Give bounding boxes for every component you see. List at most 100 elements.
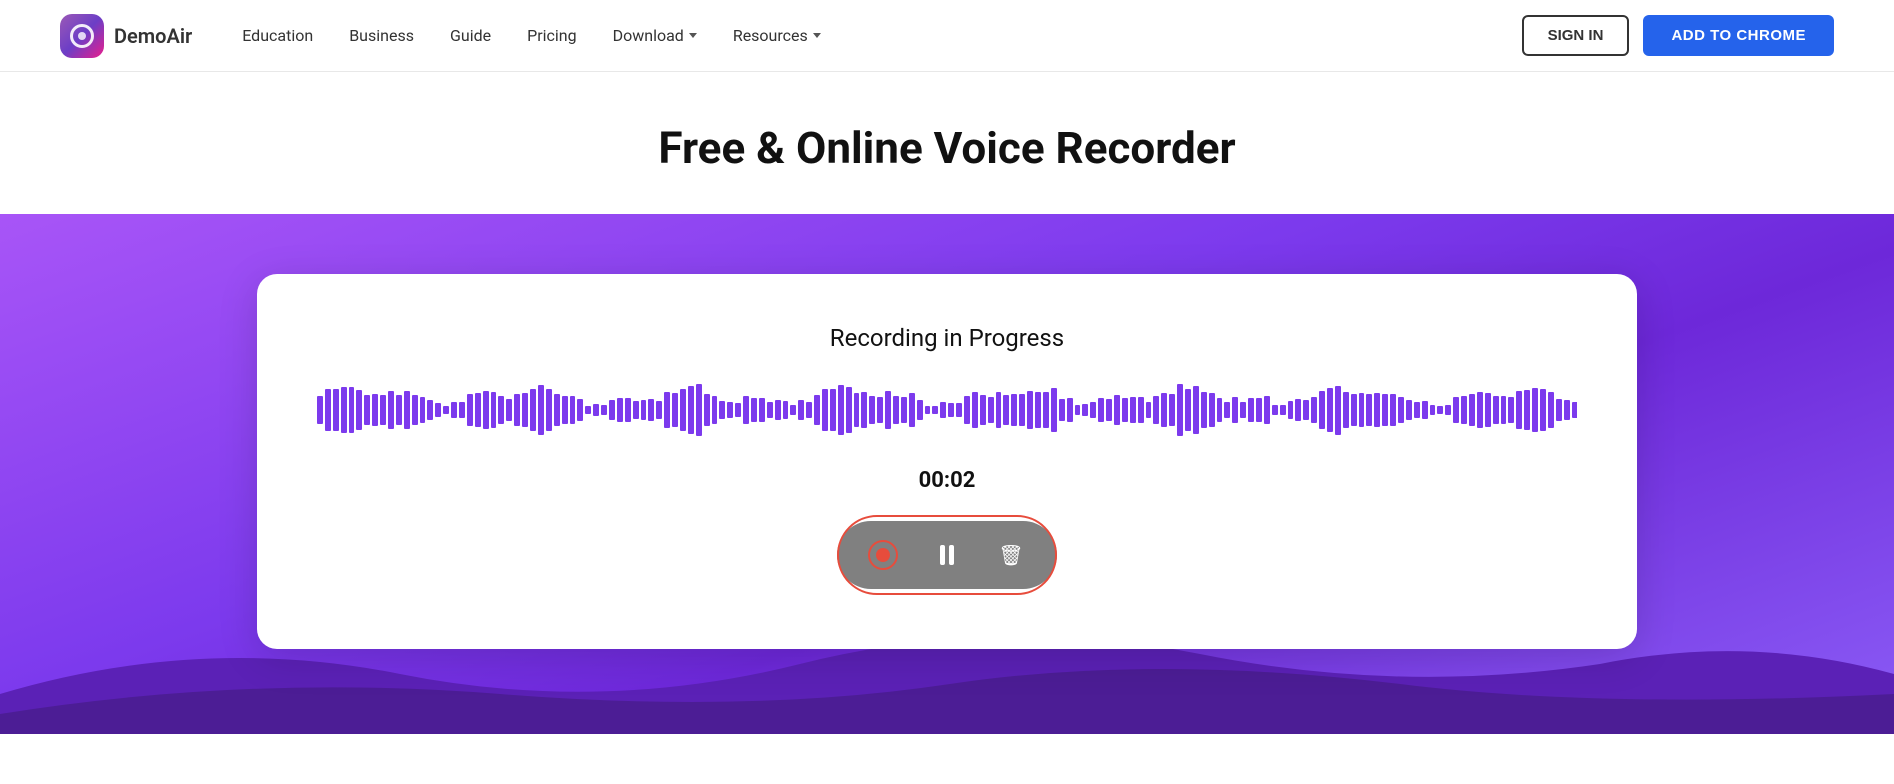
waveform-bar [443, 406, 449, 414]
waveform-bar [1524, 390, 1530, 429]
waveform-bar [1232, 397, 1238, 423]
nav-link-education[interactable]: Education [242, 26, 313, 45]
pause-button[interactable] [925, 533, 969, 577]
waveform-bar [696, 384, 702, 435]
waveform-bar [688, 386, 694, 434]
nav-link-pricing[interactable]: Pricing [527, 26, 577, 45]
waveform-bar [1295, 399, 1301, 420]
waveform-bar [1114, 395, 1120, 424]
add-to-chrome-button[interactable]: ADD TO CHROME [1643, 15, 1834, 56]
waveform-bar [1043, 392, 1049, 429]
waveform-bar [932, 406, 938, 414]
waveform-bar [1406, 400, 1412, 420]
delete-button[interactable]: 🗑 [989, 533, 1033, 577]
waveform-bar [1422, 401, 1428, 419]
controls-wrapper: 🗑 [837, 521, 1057, 589]
stop-record-button[interactable] [861, 533, 905, 577]
waveform-bar [1217, 398, 1223, 422]
waveform-bar [1556, 399, 1562, 422]
waveform-bar [712, 396, 718, 423]
waveform-bar [585, 406, 591, 414]
waveform-bar [633, 401, 639, 419]
waveform-bar [1027, 391, 1033, 429]
waveform-bar [1319, 391, 1325, 428]
nav-link-guide[interactable]: Guide [450, 26, 491, 45]
waveform-bar [964, 396, 970, 424]
nav-link-download[interactable]: Download [613, 26, 697, 45]
waveform-bar [325, 389, 331, 431]
waveform-bar [546, 389, 552, 430]
waveform-bar [317, 396, 323, 424]
waveform-bar [1493, 396, 1499, 424]
waveform-bar [1090, 402, 1096, 418]
waveform-bar [427, 400, 433, 421]
waveform-bar [1303, 400, 1309, 419]
waveform-bar [1327, 388, 1333, 432]
nav-link-resources[interactable]: Resources [733, 26, 821, 45]
waveform-bar [1161, 393, 1167, 427]
waveform-bar [664, 392, 670, 429]
waveform-bar [530, 389, 536, 430]
waveform-bar [1374, 393, 1380, 427]
waveform-bar [1280, 405, 1286, 416]
sign-in-button[interactable]: SIGN IN [1522, 15, 1630, 56]
waveform-bar [1106, 399, 1112, 421]
waveform-bar [743, 396, 749, 423]
waveform-bar [570, 396, 576, 424]
chevron-down-icon [813, 33, 821, 38]
waveform-bar [1209, 393, 1215, 428]
waveform-bar [514, 394, 520, 426]
waveform-bar [1177, 384, 1183, 436]
recording-timer: 00:02 [919, 468, 976, 493]
waveform-bar [491, 392, 497, 429]
waveform-bar [1469, 394, 1475, 427]
waveform-bar [1359, 393, 1365, 426]
waveform-bar [861, 392, 867, 428]
waveform-bar [1485, 393, 1491, 427]
waveform-bar [1335, 386, 1341, 435]
waveform-bar [956, 403, 962, 417]
waveform-bar [680, 389, 686, 431]
waveform-bar [1075, 405, 1081, 415]
waveform-bar [869, 396, 875, 424]
recording-status: Recording in Progress [830, 324, 1064, 352]
waveform-bar [1351, 394, 1357, 426]
nav-link-business[interactable]: Business [349, 26, 414, 45]
nav-links: Education Business Guide Pricing Downloa… [242, 26, 1481, 45]
waveform-bar [1224, 402, 1230, 418]
waveform-bar [1153, 396, 1159, 425]
waveform-bar [775, 400, 781, 421]
waveform-bar [412, 395, 418, 425]
pause-icon [940, 545, 954, 565]
waveform-bar [522, 393, 528, 427]
logo-link[interactable]: DemoAir [60, 14, 192, 58]
waveform-bar [1272, 405, 1278, 416]
waveform-bar [1437, 406, 1443, 415]
waveform-bar [609, 400, 615, 419]
waveform-bar [1453, 397, 1459, 423]
waveform-bar [854, 393, 860, 428]
waveform-bar [1019, 394, 1025, 426]
waveform-bar [648, 399, 654, 421]
waveform-bar [459, 402, 465, 417]
waveform-bar [901, 397, 907, 424]
waveform-bar [1146, 402, 1152, 418]
waveform-bar [806, 402, 812, 419]
controls-bar: 🗑 [837, 521, 1057, 589]
waveform-bar [1311, 397, 1317, 423]
waveform-bar [467, 394, 473, 426]
waveform-bar [1445, 405, 1451, 416]
waveform-bar [885, 391, 891, 430]
waveform-bar [475, 393, 481, 426]
waveform-bar [1248, 398, 1254, 423]
waveform-bar [1082, 404, 1088, 416]
waveform-bar [1035, 392, 1041, 429]
waveform-bar [562, 396, 568, 424]
waveform-bar [538, 385, 544, 435]
waveform-bar [1240, 402, 1246, 418]
waveform-bar [1003, 395, 1009, 424]
waveform-bar [925, 406, 931, 414]
waveform-bar [1501, 396, 1507, 425]
waveform-display [317, 380, 1577, 440]
waveform-bar [1414, 402, 1420, 419]
